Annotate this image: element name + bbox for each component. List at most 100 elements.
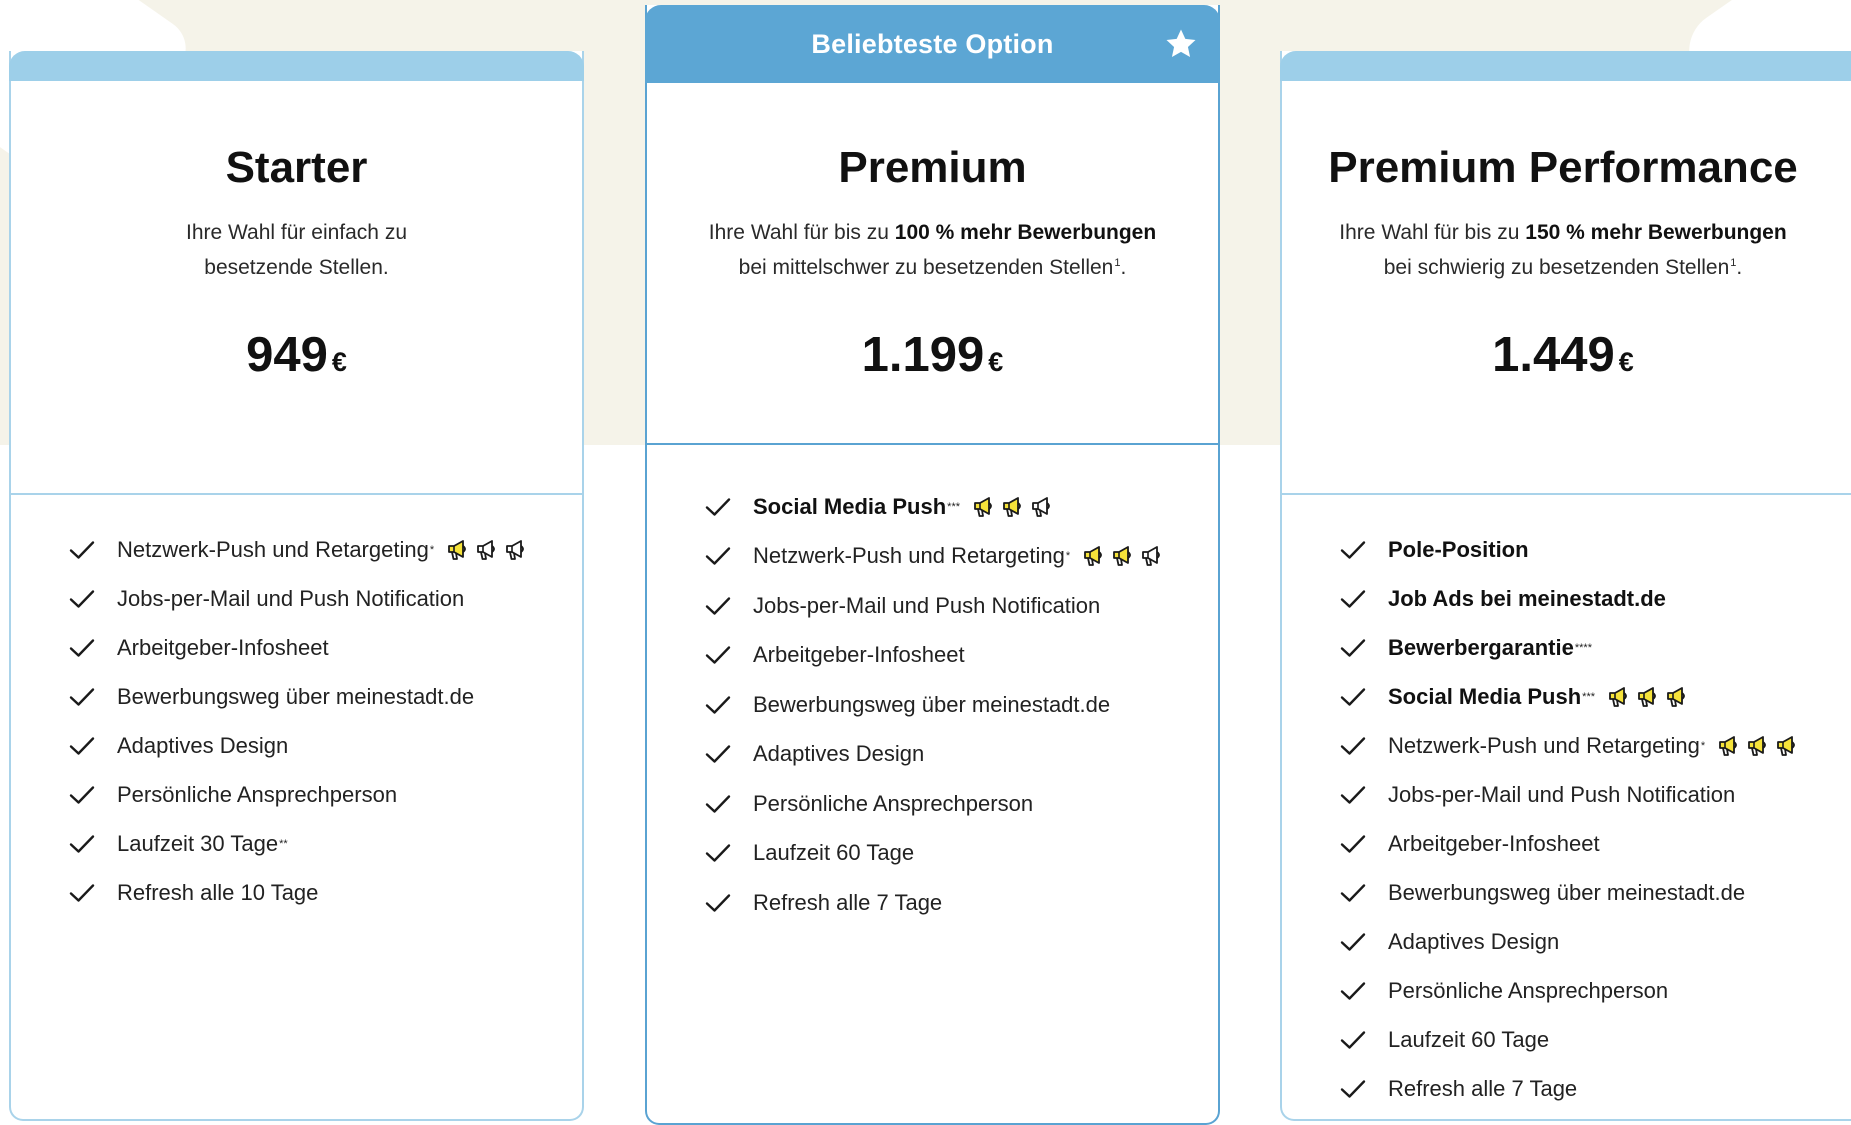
- feature-item: Bewerbungsweg über meinestadt.de: [705, 680, 1208, 730]
- feature-item: Bewerbungsweg über meinestadt.de: [1340, 868, 1851, 917]
- feature-item: Bewerbergarantie ****: [1340, 623, 1851, 672]
- feature-list: Social Media Push *** Netzwerk-Push und Re…: [705, 482, 1208, 928]
- plan-price: 1.449 €: [1492, 328, 1634, 382]
- star-icon: [1166, 29, 1196, 58]
- feature-label: Bewerbungsweg über meinestadt.de: [117, 683, 475, 709]
- megaphone-icon: [448, 539, 466, 560]
- feature-item: Arbeitgeber-Infosheet: [69, 623, 572, 672]
- check-icon: [1340, 932, 1366, 951]
- megaphone-icon: [974, 496, 992, 517]
- megaphone-rating: [972, 496, 1054, 518]
- check-icon: [705, 696, 731, 714]
- megaphone-icon: [506, 539, 524, 560]
- feature-label: Laufzeit 30 Tage: [117, 830, 279, 856]
- check-icon: [1340, 1030, 1366, 1049]
- check-icon: [705, 894, 731, 912]
- feature-label: Jobs-per-Mail und Push Notification: [117, 585, 465, 611]
- check-icon: [1340, 736, 1366, 755]
- feature-label: Pole-Position: [1388, 536, 1529, 562]
- feature-item: Netzwerk-Push und Retargeting *: [1340, 721, 1851, 770]
- plan-title: Premium Performance: [1328, 143, 1798, 192]
- plan-card-premium: Beliebteste Option Premium Ihre Wahl für…: [645, 5, 1220, 1125]
- feature-item: Persönliche Ansprechperson: [705, 779, 1208, 829]
- feature-label: Refresh alle 7 Tage: [753, 889, 943, 915]
- megaphone-icon: [1113, 546, 1131, 567]
- feature-item: Persönliche Ansprechperson: [69, 770, 572, 819]
- card-header-bar: [9, 51, 584, 81]
- feature-list: Pole-Position Job Ads bei meinestadt.de Be…: [1340, 525, 1851, 1113]
- megaphone-icon: [1777, 735, 1795, 756]
- feature-label: Bewerbergarantie: [1388, 634, 1574, 660]
- megaphone-icon: [1609, 686, 1627, 707]
- megaphone-icon: [477, 539, 495, 560]
- feature-label: Persönliche Ansprechperson: [117, 781, 398, 807]
- check-icon: [69, 834, 95, 853]
- megaphone-rating: [1082, 545, 1164, 567]
- plan-description: Ihre Wahl für bis zu 150 % mehr Bewerbun…: [1339, 221, 1787, 279]
- feature-label: Adaptives Design: [1388, 928, 1560, 954]
- check-icon: [69, 785, 95, 804]
- card-header-bar: [1280, 51, 1851, 81]
- feature-item: Social Media Push ***: [1340, 672, 1851, 721]
- feature-label: Arbeitgeber-Infosheet: [753, 642, 965, 668]
- megaphone-rating: [446, 539, 528, 561]
- check-icon: [1340, 540, 1366, 559]
- feature-item: Laufzeit 30 Tage **: [69, 819, 572, 868]
- feature-label: Laufzeit 60 Tage: [753, 840, 915, 866]
- feature-item: Arbeitgeber-Infosheet: [1340, 819, 1851, 868]
- plan-title: Starter: [225, 143, 368, 192]
- feature-item: Laufzeit 60 Tage: [705, 829, 1208, 879]
- megaphone-icon: [1719, 735, 1737, 756]
- feature-item: Bewerbungsweg über meinestadt.de: [69, 672, 572, 721]
- check-icon: [705, 498, 731, 516]
- feature-label: Job Ads bei meinestadt.de: [1388, 585, 1666, 611]
- feature-item: Persönliche Ansprechperson: [1340, 966, 1851, 1015]
- feature-label: Jobs-per-Mail und Push Notification: [1388, 781, 1736, 807]
- feature-label: Bewerbungsweg über meinestadt.de: [753, 691, 1111, 717]
- check-icon: [1340, 883, 1366, 902]
- plan-title: Premium: [838, 143, 1027, 192]
- check-icon: [69, 540, 95, 559]
- check-icon: [1340, 638, 1366, 657]
- feature-item: Jobs-per-Mail und Push Notification: [1340, 770, 1851, 819]
- check-icon: [705, 646, 731, 664]
- card-divider: [647, 443, 1218, 445]
- feature-item: Netzwerk-Push und Retargeting *: [69, 525, 572, 574]
- check-icon: [1340, 785, 1366, 804]
- check-icon: [1340, 981, 1366, 1000]
- feature-item: Jobs-per-Mail und Push Notification: [69, 574, 572, 623]
- plan-description: Ihre Wahl für einfach zu besetzende Stel…: [186, 221, 407, 279]
- feature-label: Netzwerk-Push und Retargeting: [1388, 732, 1700, 758]
- feature-item: Adaptives Design: [1340, 917, 1851, 966]
- check-icon: [69, 883, 95, 902]
- feature-label: Jobs-per-Mail und Push Notification: [753, 592, 1101, 618]
- megaphone-icon: [1032, 496, 1050, 517]
- check-icon: [1340, 589, 1366, 608]
- check-icon: [69, 736, 95, 755]
- feature-item: Pole-Position: [1340, 525, 1851, 574]
- feature-item: Netzwerk-Push und Retargeting *: [705, 532, 1208, 582]
- feature-label: Arbeitgeber-Infosheet: [1388, 830, 1600, 856]
- check-icon: [705, 795, 731, 813]
- check-icon: [705, 547, 731, 565]
- feature-label: Arbeitgeber-Infosheet: [117, 634, 329, 660]
- feature-item: Jobs-per-Mail und Push Notification: [705, 581, 1208, 631]
- megaphone-rating: [1607, 686, 1689, 708]
- check-icon: [1340, 687, 1366, 706]
- check-icon: [1340, 1079, 1366, 1098]
- megaphone-icon: [1142, 546, 1160, 567]
- feature-label: Refresh alle 10 Tage: [117, 879, 319, 905]
- feature-label: Netzwerk-Push und Retargeting: [117, 536, 429, 562]
- plan-price: 949 €: [246, 328, 347, 382]
- feature-item: Arbeitgeber-Infosheet: [705, 631, 1208, 681]
- plan-card-starter: Starter Ihre Wahl für einfach zu besetze…: [9, 51, 584, 1121]
- feature-label: Bewerbungsweg über meinestadt.de: [1388, 879, 1746, 905]
- megaphone-icon: [1003, 496, 1021, 517]
- feature-item: Laufzeit 60 Tage: [1340, 1015, 1851, 1064]
- megaphone-icon: [1748, 735, 1766, 756]
- plan-card-premium-performance: Premium Performance Ihre Wahl für bis zu…: [1280, 51, 1851, 1121]
- megaphone-rating: [1717, 735, 1799, 757]
- feature-label: Persönliche Ansprechperson: [753, 790, 1034, 816]
- megaphone-icon: [1667, 686, 1685, 707]
- featured-banner: Beliebteste Option: [645, 5, 1220, 83]
